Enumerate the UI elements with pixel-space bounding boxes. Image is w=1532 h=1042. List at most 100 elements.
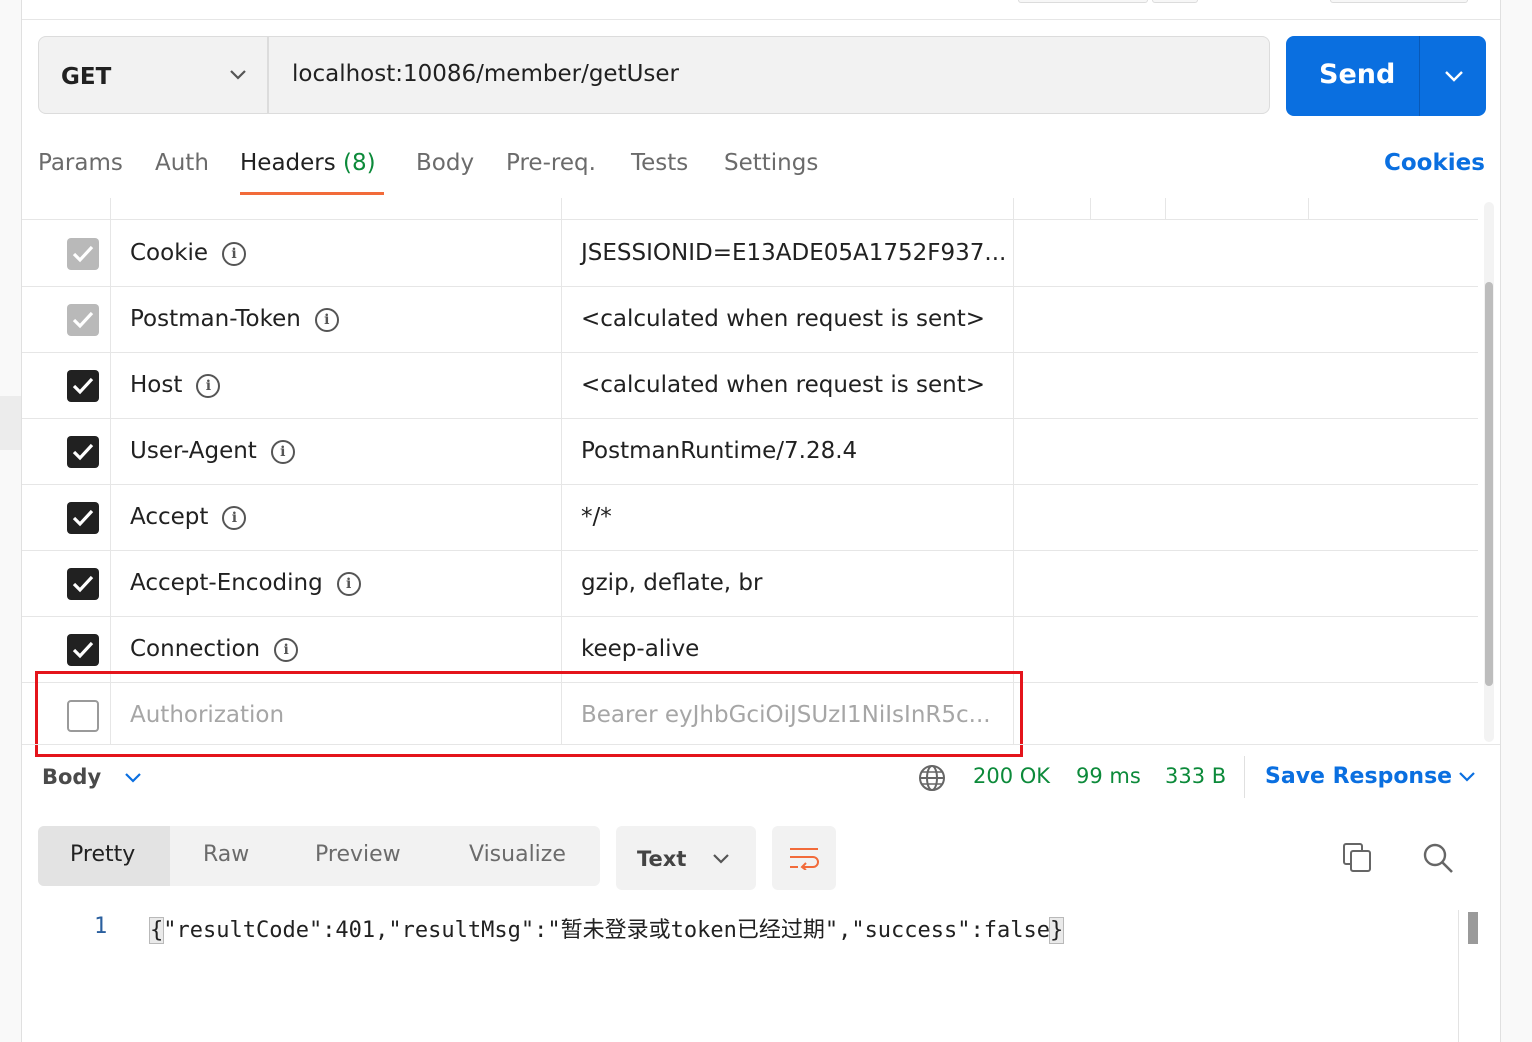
top-toolbar-edge (22, 0, 1500, 20)
table-header-border (22, 219, 1478, 220)
method-label: GET (61, 64, 112, 90)
header-key[interactable]: Postman-Token i (130, 306, 339, 332)
info-icon[interactable]: i (270, 440, 295, 464)
header-checkbox[interactable] (67, 370, 99, 402)
send-label: Send (1319, 59, 1396, 90)
checkmark-icon (72, 377, 94, 395)
info-icon[interactable]: i (336, 572, 361, 596)
scrollbar-thumb[interactable] (1485, 282, 1493, 686)
copy-icon[interactable] (1342, 842, 1374, 874)
checkmark-icon (72, 575, 94, 593)
header-value[interactable]: JSESSIONID=E13ADE05A1752F937... (581, 240, 1006, 266)
tab-headers[interactable]: Headers (8) (240, 150, 376, 176)
header-key[interactable]: Cookie i (130, 240, 247, 266)
right-sidebar-edge (1500, 0, 1532, 1042)
table-row: Postman-Token i <calculated when request … (22, 287, 1478, 353)
chevron-down-icon (230, 70, 246, 80)
search-icon[interactable] (1422, 842, 1454, 874)
header-checkbox[interactable] (67, 304, 99, 336)
save-response-button[interactable]: Save Response (1265, 764, 1452, 789)
send-divider (1419, 36, 1420, 116)
response-divider[interactable] (22, 744, 1500, 745)
tab-body[interactable]: Body (416, 150, 474, 176)
chevron-down-icon[interactable] (1458, 771, 1476, 783)
response-body-code[interactable]: {"resultCode":401,"resultMsg":"暂未登录或toke… (148, 912, 1065, 944)
code-scrollbar-thumb[interactable] (1468, 912, 1478, 944)
info-icon[interactable]: i (222, 242, 247, 266)
header-value[interactable]: keep-alive (581, 636, 699, 662)
send-button[interactable]: Send (1286, 36, 1486, 116)
header-value[interactable]: */* (581, 504, 612, 530)
checkmark-icon (72, 641, 94, 659)
header-checkbox[interactable] (67, 568, 99, 600)
response-body-label[interactable]: Body (42, 765, 101, 789)
globe-icon[interactable] (918, 764, 946, 792)
header-key[interactable]: Host i (130, 372, 221, 398)
line-number: 1 (94, 914, 108, 939)
table-row: Host i <calculated when request is sent> (22, 353, 1478, 419)
header-key[interactable]: Accept-Encoding i (130, 570, 361, 596)
chevron-down-icon[interactable] (1444, 70, 1464, 82)
view-tab-raw[interactable]: Raw (203, 842, 249, 867)
brace-close: } (1048, 917, 1065, 944)
info-icon[interactable]: i (274, 638, 299, 662)
checkmark-icon (72, 443, 94, 461)
table-row: Accept-Encoding i gzip, deflate, br (22, 551, 1478, 617)
info-icon[interactable]: i (196, 374, 221, 398)
checkmark-icon (72, 509, 94, 527)
table-row: Cookie i JSESSIONID=E13ADE05A1752F937... (22, 221, 1478, 287)
chevron-down-icon (713, 854, 729, 864)
view-tab-pretty[interactable]: Pretty (38, 826, 170, 886)
response-view-tabs: Pretty Raw Preview Visualize (38, 826, 600, 886)
header-key[interactable]: User-Agent i (130, 438, 295, 464)
header-checkbox[interactable] (67, 436, 99, 468)
wrap-lines-icon (790, 848, 819, 870)
tab-tests[interactable]: Tests (631, 150, 688, 176)
header-key[interactable]: Accept i (130, 504, 247, 530)
info-icon[interactable]: i (222, 506, 247, 530)
sidebar-handle[interactable] (0, 396, 21, 450)
tab-prerequest[interactable]: Pre-req. (506, 150, 596, 176)
header-checkbox[interactable] (67, 238, 99, 270)
header-value[interactable]: <calculated when request is sent> (581, 306, 985, 332)
view-tab-visualize[interactable]: Visualize (469, 842, 566, 867)
column-divider (1165, 198, 1166, 220)
left-sidebar-edge (0, 0, 22, 1042)
cookies-link[interactable]: Cookies (1384, 150, 1485, 176)
info-icon[interactable]: i (314, 308, 339, 332)
tab-headers-label: Headers (240, 150, 336, 176)
status-code[interactable]: 200 OK (973, 764, 1050, 788)
view-tab-label: Pretty (70, 842, 136, 867)
brace-open: { (148, 917, 165, 944)
format-label: Text (637, 847, 687, 871)
response-time[interactable]: 99 ms (1076, 764, 1141, 788)
checkmark-icon (72, 245, 94, 263)
method-select[interactable]: GET (38, 36, 268, 114)
checkmark-icon (72, 311, 94, 329)
view-tab-preview[interactable]: Preview (315, 842, 401, 867)
chevron-down-icon[interactable] (124, 772, 142, 784)
tab-settings[interactable]: Settings (724, 150, 818, 176)
url-input[interactable]: localhost:10086/member/getUser (268, 36, 1270, 114)
format-select[interactable]: Text (616, 826, 756, 890)
header-key[interactable]: Connection i (130, 636, 299, 662)
header-value[interactable]: PostmanRuntime/7.28.4 (581, 438, 857, 464)
tab-auth[interactable]: Auth (155, 150, 209, 176)
table-row: User-Agent i PostmanRuntime/7.28.4 (22, 419, 1478, 485)
header-value[interactable]: <calculated when request is sent> (581, 372, 985, 398)
wrap-lines-button[interactable] (772, 826, 836, 890)
toolbar-button-fragment[interactable] (1018, 0, 1148, 3)
response-size[interactable]: 333 B (1165, 764, 1226, 788)
tab-params[interactable]: Params (38, 150, 123, 176)
toolbar-button-fragment[interactable] (1330, 0, 1468, 3)
header-checkbox[interactable] (67, 634, 99, 666)
toolbar-button-fragment[interactable] (1152, 0, 1198, 3)
active-tab-indicator (240, 192, 384, 195)
header-value[interactable]: gzip, deflate, br (581, 570, 762, 596)
headers-count-badge: (8) (343, 150, 376, 176)
column-divider (1090, 198, 1091, 220)
url-text[interactable]: localhost:10086/member/getUser (292, 61, 679, 87)
header-checkbox[interactable] (67, 502, 99, 534)
table-row: Accept i */* (22, 485, 1478, 551)
column-divider (1308, 198, 1309, 220)
